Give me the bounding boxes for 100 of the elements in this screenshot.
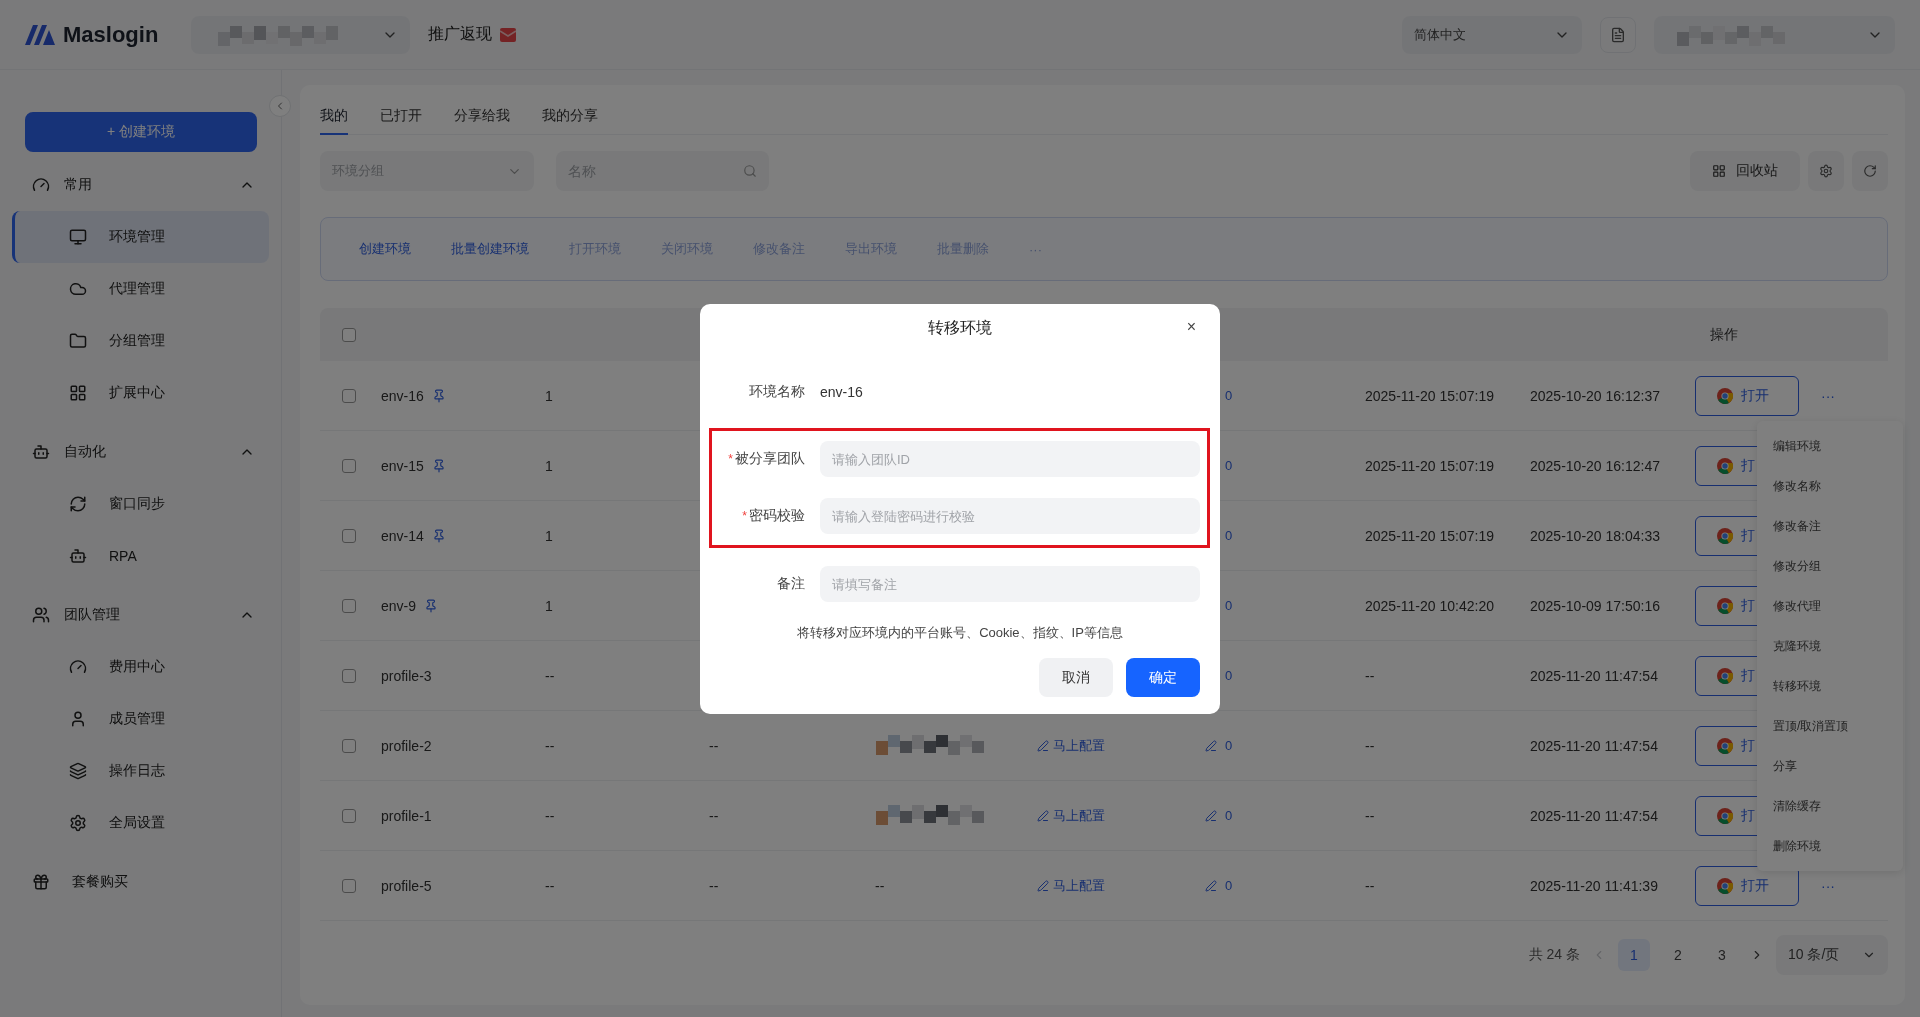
create-environment-button[interactable]: + 创建环境 xyxy=(25,112,257,152)
checkbox[interactable] xyxy=(342,878,356,893)
document-button[interactable] xyxy=(1600,16,1636,53)
checkbox[interactable] xyxy=(342,808,356,823)
dialog-note: 将转移对应环境内的平台账号、Cookie、指纹、IP等信息 xyxy=(796,624,1124,642)
table-cell-text: 2025-11-20 10:42:20 xyxy=(1365,597,1495,614)
tab[interactable]: 我的分享 xyxy=(542,101,598,135)
edit-count[interactable]: 0 xyxy=(1203,878,1365,893)
open-button[interactable]: 打开 xyxy=(1695,375,1799,416)
table-cell-text: 2025-10-20 18:04:33 xyxy=(1530,527,1661,544)
table-cell-text: 1 xyxy=(545,387,554,404)
page-button[interactable]: 2 xyxy=(1662,939,1694,971)
table-cell: env-9 xyxy=(381,597,417,614)
nav-item[interactable]: 代理管理 xyxy=(12,263,269,315)
checkbox[interactable] xyxy=(342,528,356,543)
input-field[interactable]: 请填写备注 xyxy=(820,566,1200,602)
search-icon xyxy=(743,164,757,178)
nav-group[interactable]: 团队管理 xyxy=(12,589,269,641)
field-label: 备注 xyxy=(777,575,805,591)
nav-item[interactable]: 环境管理 xyxy=(12,211,269,263)
confirm-button[interactable]: 确定 xyxy=(1126,658,1200,697)
collapse-button[interactable] xyxy=(269,95,291,117)
cancel-button[interactable]: 取消 xyxy=(1039,658,1113,697)
table-cell: profile-3 xyxy=(381,667,432,684)
table-cell-text: 2025-10-20 16:12:47 xyxy=(1530,457,1661,474)
gift-icon xyxy=(32,873,50,891)
open-button[interactable]: 打开 xyxy=(1695,865,1799,906)
configure-link[interactable]: 马上配置 xyxy=(1037,806,1203,825)
table-cell: env-14 xyxy=(381,527,424,544)
tab[interactable]: 我的 xyxy=(320,101,348,135)
browser-icon xyxy=(1717,527,1733,544)
refresh-button[interactable] xyxy=(1852,151,1888,191)
table-cell-text: 1 xyxy=(545,527,554,544)
workspace-select[interactable] xyxy=(191,15,410,54)
checkbox[interactable] xyxy=(342,738,356,753)
total-count: 共 24 条 xyxy=(1528,946,1580,964)
nav-item[interactable]: 成员管理 xyxy=(12,693,269,745)
nav-item[interactable]: 操作日志 xyxy=(12,745,269,797)
table-cell-text: -- xyxy=(1365,667,1376,684)
sync-icon xyxy=(69,495,87,513)
browser-icon xyxy=(1717,457,1733,474)
settings-button[interactable] xyxy=(1808,151,1844,191)
table-cell-text: 2025-11-20 15:07:19 xyxy=(1365,457,1495,474)
nav-group[interactable]: 常用 xyxy=(12,159,269,211)
nav-item[interactable]: 全局设置 xyxy=(12,797,269,849)
refresh-icon xyxy=(1863,164,1877,178)
envelope-icon xyxy=(500,27,516,42)
nav-item[interactable]: 费用中心 xyxy=(12,641,269,693)
edit-count[interactable]: 0 xyxy=(1203,808,1365,823)
nav-item[interactable]: RPA xyxy=(12,530,269,582)
dial-icon xyxy=(32,176,50,194)
checkbox[interactable] xyxy=(342,388,356,403)
input-field[interactable]: 请输入团队ID xyxy=(820,441,1200,477)
required-mark: * xyxy=(728,452,733,466)
logo-text: Maslogin xyxy=(63,21,159,48)
table-cell-text: 2025-11-20 11:47:54 xyxy=(1530,737,1659,754)
language-select[interactable]: 简体中文 xyxy=(1402,15,1582,54)
configure-link[interactable]: 马上配置 xyxy=(1037,876,1203,895)
monitor-icon xyxy=(69,228,87,246)
nav-group[interactable]: 自动化 xyxy=(12,426,269,478)
field-label: 环境名称 xyxy=(748,383,805,401)
tab[interactable]: 分享给我 xyxy=(454,101,510,135)
close-button[interactable]: × xyxy=(1182,318,1200,336)
recycle-bin-button[interactable]: 回收站 xyxy=(1690,151,1800,191)
nav-item[interactable]: 窗口同步 xyxy=(12,478,269,530)
settings-icon xyxy=(1819,164,1833,178)
account-select[interactable] xyxy=(1654,15,1895,54)
page-button[interactable]: 1 xyxy=(1618,939,1650,971)
more-button[interactable]: ··· xyxy=(1821,877,1835,894)
tab[interactable]: 已打开 xyxy=(380,101,422,135)
nav-item[interactable]: 套餐购买 xyxy=(12,856,269,908)
checkbox[interactable] xyxy=(342,327,356,342)
layers-icon xyxy=(69,762,87,780)
more-button[interactable]: ··· xyxy=(1821,387,1835,404)
input-field[interactable]: 请输入登陆密码进行校验 xyxy=(820,498,1200,534)
table-cell-text: -- xyxy=(1365,737,1376,754)
checkbox[interactable] xyxy=(342,598,356,613)
settings-icon xyxy=(69,814,87,832)
action-button[interactable]: 批量创建环境 xyxy=(431,240,549,258)
field-value: env-16 xyxy=(820,384,864,400)
promo-link[interactable]: 推广返现 xyxy=(428,24,492,45)
checkbox[interactable] xyxy=(342,668,356,683)
nav-item[interactable]: 扩展中心 xyxy=(12,367,269,419)
checkbox[interactable] xyxy=(342,458,356,473)
table-cell-text: -- xyxy=(545,737,556,754)
page-size-select[interactable]: 10 条/页 xyxy=(1776,935,1888,975)
table-cell-text: 2025-10-09 17:50:16 xyxy=(1530,597,1661,614)
nav-item[interactable]: 分组管理 xyxy=(12,315,269,367)
robot-icon xyxy=(69,547,87,565)
table-cell: profile-5 xyxy=(381,877,432,894)
page-button[interactable]: 3 xyxy=(1706,939,1738,971)
field-label: 被分享团队 xyxy=(735,450,805,466)
table-cell-text: -- xyxy=(545,807,556,824)
table-cell: profile-2 xyxy=(381,737,432,754)
table-cell-text: -- xyxy=(545,667,556,684)
configure-link[interactable]: 马上配置 xyxy=(1037,736,1203,755)
edit-count[interactable]: 0 xyxy=(1203,738,1365,753)
table-cell-text: 1 xyxy=(545,457,554,474)
action-button[interactable]: 创建环境 xyxy=(339,240,431,258)
table-cell: -- xyxy=(709,737,719,754)
